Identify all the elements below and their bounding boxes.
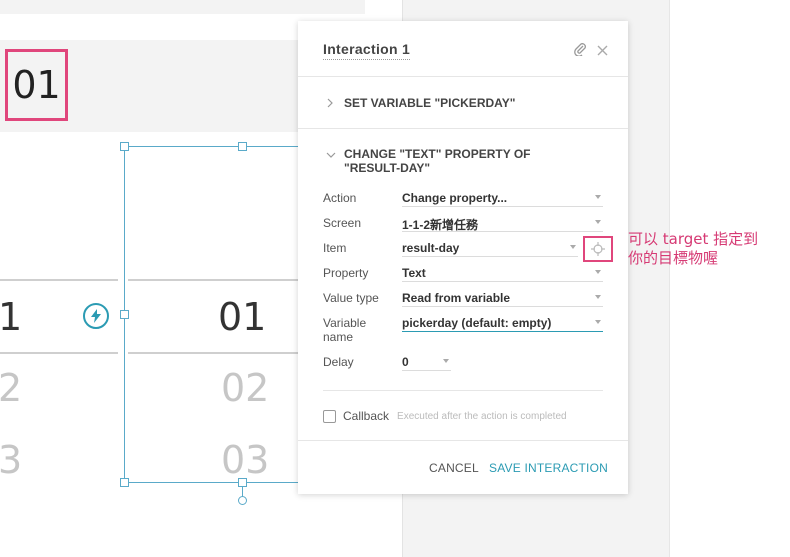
canvas-top-strip bbox=[0, 0, 365, 14]
field-label: Screen bbox=[323, 216, 362, 230]
variable-name-select[interactable]: pickerday (default: empty) bbox=[402, 316, 603, 332]
left-picker-value: 1 bbox=[0, 295, 23, 339]
far-divider bbox=[669, 0, 670, 557]
field-label: Value type bbox=[323, 291, 379, 305]
chevron-down-icon bbox=[570, 245, 576, 249]
picker-line bbox=[0, 352, 118, 354]
target-picker-button[interactable] bbox=[583, 236, 613, 262]
chevron-down-icon bbox=[595, 270, 601, 274]
property-select[interactable]: Text bbox=[402, 266, 603, 282]
divider bbox=[298, 440, 628, 441]
callback-checkbox[interactable] bbox=[323, 409, 336, 423]
field-label: Item bbox=[323, 241, 347, 255]
section-set-variable[interactable]: SET VARIABLE "PICKERDAY" bbox=[326, 96, 544, 111]
divider bbox=[323, 390, 603, 391]
divider bbox=[298, 128, 628, 129]
left-picker-value: 2 bbox=[0, 366, 23, 410]
section-change-property[interactable]: CHANGE "TEXT" PROPERTY OF "RESULT-DAY" bbox=[326, 147, 544, 175]
chevron-right-icon bbox=[326, 97, 338, 111]
annotation-line: 你的目標物喔 bbox=[628, 249, 719, 267]
chevron-down-icon bbox=[595, 220, 601, 224]
annotation-text: 可以 target 指定到 你的目標物喔 bbox=[628, 230, 758, 268]
callback-row: Callback Executed after the action is co… bbox=[323, 409, 567, 423]
close-icon[interactable] bbox=[597, 43, 608, 61]
value-type-row: Value type Read from variable bbox=[323, 291, 603, 309]
field-label: Action bbox=[323, 191, 357, 205]
result-day-element[interactable]: 01 bbox=[5, 49, 68, 121]
delay-row: Delay 0 bbox=[323, 355, 603, 373]
crosshair-icon bbox=[591, 242, 605, 256]
paperclip-icon[interactable] bbox=[574, 43, 587, 61]
property-row: Property Text bbox=[323, 266, 603, 284]
value-type-select[interactable]: Read from variable bbox=[402, 291, 603, 307]
result-day-text: 01 bbox=[12, 63, 61, 107]
delay-select[interactable]: 0 bbox=[402, 355, 451, 371]
interaction-bolt-icon[interactable] bbox=[83, 303, 109, 329]
selection-frame[interactable] bbox=[124, 146, 304, 483]
resize-handle[interactable] bbox=[120, 142, 129, 151]
rotation-handle[interactable] bbox=[238, 496, 247, 505]
section-title: SET VARIABLE "PICKERDAY" bbox=[344, 96, 516, 110]
picker-line bbox=[0, 279, 118, 281]
variable-name-row: Variable name pickerday (default: empty) bbox=[323, 316, 603, 346]
callback-label: Callback bbox=[343, 409, 390, 423]
screen-select[interactable]: 1-1-2新增任務 bbox=[402, 216, 603, 232]
resize-handle[interactable] bbox=[120, 310, 129, 319]
annotation-line: 可以 target 指定到 bbox=[628, 230, 759, 248]
save-interaction-button[interactable]: SAVE INTERACTION bbox=[489, 461, 608, 475]
resize-handle[interactable] bbox=[238, 478, 247, 487]
callback-hint: Executed after the action is completed bbox=[397, 410, 567, 422]
chevron-down-icon bbox=[326, 148, 338, 162]
chevron-down-icon bbox=[595, 320, 601, 324]
resize-handle[interactable] bbox=[120, 478, 129, 487]
action-row: Action Change property... bbox=[323, 191, 603, 209]
chevron-down-icon bbox=[595, 195, 601, 199]
resize-handle[interactable] bbox=[238, 142, 247, 151]
section-title: CHANGE "TEXT" PROPERTY OF "RESULT-DAY" bbox=[344, 147, 531, 175]
field-label: Delay bbox=[323, 355, 354, 369]
field-label: Variable name bbox=[323, 316, 367, 344]
screen-row: Screen 1-1-2新增任務 bbox=[323, 216, 603, 234]
interaction-title[interactable]: Interaction 1 bbox=[323, 41, 411, 60]
cancel-button[interactable]: CANCEL bbox=[429, 461, 479, 475]
field-label: Property bbox=[323, 266, 369, 280]
item-select[interactable]: result-day bbox=[402, 241, 578, 257]
chevron-down-icon bbox=[595, 295, 601, 299]
item-row: Item result-day bbox=[323, 241, 603, 259]
action-select[interactable]: Change property... bbox=[402, 191, 603, 207]
chevron-down-icon bbox=[443, 359, 449, 363]
divider bbox=[298, 76, 628, 77]
left-picker-value: 3 bbox=[0, 438, 23, 482]
